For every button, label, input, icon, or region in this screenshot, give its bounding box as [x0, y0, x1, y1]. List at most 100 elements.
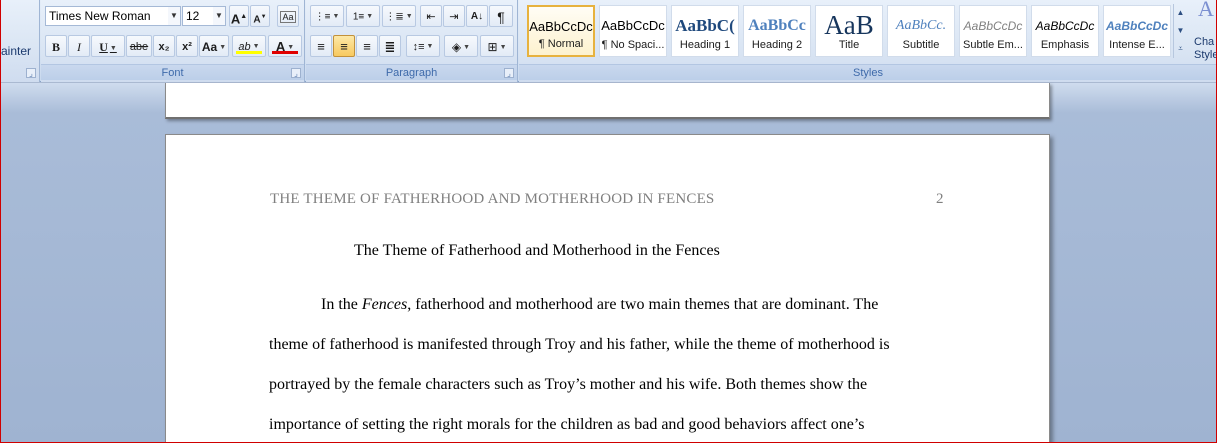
increase-indent-button[interactable]: ⇥ [443, 5, 465, 27]
style-name: Subtitle [902, 39, 940, 51]
highlight-button[interactable]: ab ▼ [232, 35, 266, 57]
style-sample: AaB [824, 14, 874, 38]
style-tile-9[interactable]: AaBbCcDc Intense E... [1103, 5, 1171, 57]
justify-button[interactable]: ≣ [379, 35, 401, 57]
chevron-down-icon[interactable]: ▼ [406, 13, 413, 20]
change-case-button[interactable]: Aa ▼ [199, 35, 229, 57]
style-tile-4[interactable]: AaBbCc Heading 2 [743, 5, 811, 57]
chevron-down-icon[interactable]: ▼ [168, 7, 180, 25]
clipboard-dialog-launcher-icon[interactable]: ⌟ [26, 68, 36, 78]
paragraph-group: ⋮≡ ▼ 1≡ ▼ ⋮≣ ▼ ⇤ ⇥ A↓ ¶ ≡ ≡ ≡ ≣ ↕≡ ▼ ◈ ▼… [306, 0, 518, 82]
clear-formatting-icon: Aa [280, 11, 296, 23]
font-size-value: 12 [186, 9, 200, 23]
style-name: Intense E... [1109, 39, 1165, 51]
change-styles-button[interactable]: A Cha Style [1190, 0, 1217, 64]
chevron-down-icon[interactable]: ▼ [332, 13, 339, 20]
style-tile-5[interactable]: AaB Title [815, 5, 883, 57]
gallery-down-icon[interactable]: ▼ [1174, 22, 1187, 40]
style-name: ¶ No Spaci... [601, 39, 665, 51]
line-spacing-button[interactable]: ↕≡ ▼ [406, 35, 440, 57]
font-dialog-launcher-icon[interactable]: ⌟ [291, 68, 301, 78]
numbering-button[interactable]: 1≡ ▼ [346, 5, 380, 27]
align-center-button[interactable]: ≡ [333, 35, 355, 57]
style-tile-3[interactable]: AaBbC(Heading 1 [671, 5, 739, 57]
chevron-down-icon[interactable]: ▼ [366, 13, 373, 20]
font-group: Times New Roman ▼ 12 ▼ A▲ A▼ Aa B I U ▼ a… [41, 0, 305, 82]
running-head: THE THEME OF FATHERHOOD AND MOTHERHOOD I… [270, 191, 715, 207]
font-group-label: Font [41, 64, 304, 80]
paint-bucket-icon: ◈ [451, 40, 462, 54]
borders-button[interactable]: ⊞ ▼ [480, 35, 514, 57]
document-page[interactable]: THE THEME OF FATHERHOOD AND MOTHERHOOD I… [165, 134, 1050, 443]
bold-icon: B [51, 40, 60, 54]
subscript-button[interactable]: x₂ [153, 35, 175, 57]
style-tile-6[interactable]: AaBbCc. Subtitle [887, 5, 955, 57]
line-spacing-icon: ↕≡ [412, 41, 425, 53]
format-painter-label[interactable]: ainter [1, 44, 31, 58]
style-tile-2[interactable]: AaBbCcDc ¶ No Spaci... [599, 5, 667, 57]
style-name: Title [838, 39, 860, 51]
grow-font-icon: A [230, 11, 241, 27]
style-tile-7[interactable]: AaBbCcDc Subtle Em... [959, 5, 1027, 57]
style-name: Emphasis [1040, 39, 1090, 51]
style-tile-8[interactable]: AaBbCcDc Emphasis [1031, 5, 1099, 57]
font-color-button[interactable]: A ▼ [268, 35, 302, 57]
chevron-down-icon[interactable]: ▼ [500, 44, 507, 51]
styles-group: AaBbCcDc ¶ Normal AaBbCcDc ¶ No Spaci... AaB… [519, 0, 1217, 82]
document-title: The Theme of Fatherhood and Motherhood i… [354, 242, 720, 259]
body-text-italic: Fences [361, 296, 408, 313]
style-sample: AaBbCcDc [601, 18, 665, 33]
decrease-indent-button[interactable]: ⇤ [420, 5, 442, 27]
align-right-button[interactable]: ≡ [356, 35, 378, 57]
chevron-down-icon[interactable]: ▼ [253, 43, 260, 50]
increase-indent-icon: ⇥ [449, 11, 459, 23]
multilevel-list-button[interactable]: ⋮≣ ▼ [382, 5, 416, 27]
style-sample: AaBbCcDc [1035, 19, 1095, 33]
chevron-down-icon[interactable]: ▼ [219, 44, 226, 51]
sort-button[interactable]: A↓ [466, 5, 488, 27]
italic-button[interactable]: I [68, 35, 90, 57]
shrink-font-button[interactable]: A▼ [250, 5, 270, 27]
align-center-icon: ≡ [340, 39, 348, 54]
style-sample: AaBbCc [748, 17, 806, 34]
clear-formatting-button[interactable]: Aa [277, 5, 299, 27]
underline-button[interactable]: U ▼ [91, 35, 125, 57]
change-case-icon: Aa [201, 40, 218, 54]
pilcrow-icon: ¶ [497, 9, 505, 25]
font-name-combo[interactable]: Times New Roman ▼ [45, 6, 181, 26]
align-left-button[interactable]: ≡ [310, 35, 332, 57]
gallery-up-icon[interactable]: ▲ [1174, 4, 1187, 22]
body-text: , fatherhood and motherhood are two main… [407, 296, 879, 313]
subscript-icon: x₂ [158, 41, 170, 53]
strikethrough-button[interactable]: abe [126, 35, 152, 57]
grow-font-button[interactable]: A▲ [229, 5, 249, 27]
document-area[interactable]: THE THEME OF FATHERHOOD AND MOTHERHOOD I… [0, 83, 1217, 443]
font-size-combo[interactable]: 12 ▼ [182, 6, 226, 26]
styles-group-label: Styles [519, 64, 1217, 80]
chevron-down-icon[interactable]: ▼ [110, 44, 117, 52]
italic-icon: I [77, 40, 81, 54]
strikethrough-icon: abe [129, 41, 149, 53]
shading-button[interactable]: ◈ ▼ [444, 35, 478, 57]
ribbon: ainter ⌟ Times New Roman ▼ 12 ▼ A▲ A▼ Aa… [0, 0, 1217, 82]
font-color-swatch [272, 51, 298, 54]
style-tile-1[interactable]: AaBbCcDc ¶ Normal [527, 5, 595, 57]
bold-button[interactable]: B [45, 35, 67, 57]
style-name: Heading 2 [751, 39, 803, 51]
chevron-down-icon[interactable]: ▼ [287, 44, 294, 51]
sort-icon: A↓ [470, 11, 484, 22]
bullets-button[interactable]: ⋮≡ ▼ [310, 5, 344, 27]
style-sample: AaBbCcDc [963, 19, 1023, 33]
paragraph-dialog-launcher-icon[interactable]: ⌟ [504, 68, 514, 78]
chevron-down-icon[interactable]: ▼ [426, 43, 433, 50]
body-line-4: importance of setting the right morals f… [269, 416, 865, 433]
chevron-down-icon[interactable]: ▼ [213, 7, 225, 25]
superscript-button[interactable]: x² [176, 35, 198, 57]
paragraph-group-label: Paragraph [306, 64, 517, 80]
show-hide-button[interactable]: ¶ [489, 5, 513, 27]
justify-icon: ≣ [384, 39, 396, 54]
gallery-more-icon[interactable]: ⩡ [1174, 40, 1187, 58]
multilevel-list-icon: ⋮≣ [385, 11, 404, 23]
chevron-down-icon[interactable]: ▼ [463, 44, 470, 51]
style-sample: AaBbC( [675, 16, 735, 35]
